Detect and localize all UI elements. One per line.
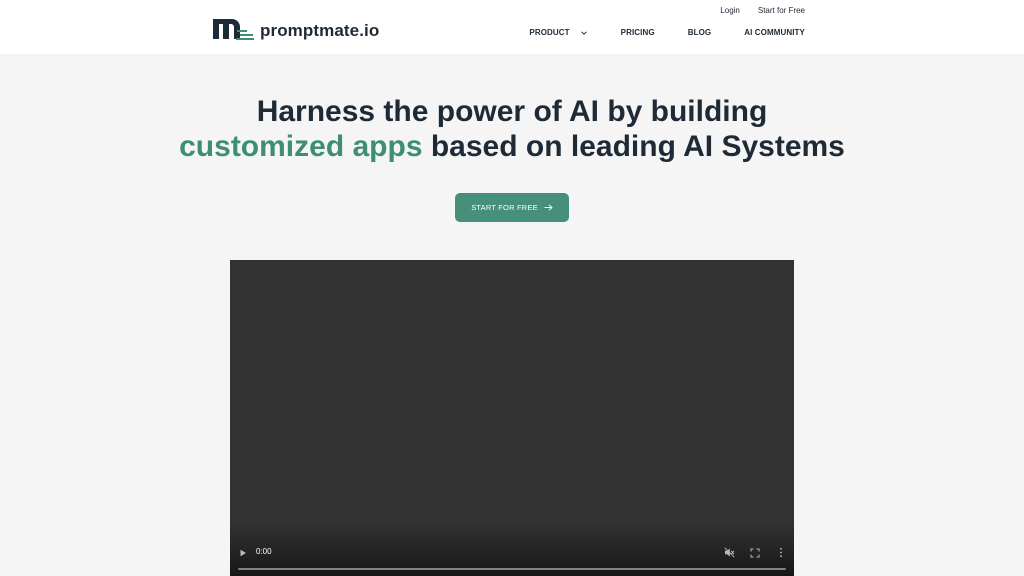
hero-title: Harness the power of AI by building cust… [0,94,1024,164]
mute-icon[interactable] [724,547,735,558]
play-icon[interactable] [239,549,247,557]
video-player[interactable]: 0:00 [230,260,794,576]
hero-accent: customized apps [179,130,423,163]
nav-product-label: PRODUCT [529,28,570,37]
nav-pricing[interactable]: PRICING [621,28,655,37]
brand-logo[interactable]: promptmate.io [212,17,379,41]
start-free-link[interactable]: Start for Free [758,6,805,15]
site-header: promptmate.io Login Start for Free PRODU… [0,0,1024,54]
chevron-down-icon [580,30,587,35]
hero-line-1: Harness the power of AI by building [256,95,768,128]
fullscreen-icon[interactable] [750,548,760,558]
brand-name: promptmate.io [260,21,380,40]
top-links: Login Start for Free [720,6,805,15]
hero-line-2: based on leading AI Systems [422,130,845,163]
video-controls: 0:00 [230,520,794,576]
video-progress-bar[interactable] [238,568,786,570]
start-for-free-label: START FOR FREE [471,203,538,212]
arrow-right-icon [544,204,553,211]
start-for-free-button[interactable]: START FOR FREE [455,193,569,222]
main-nav: PRODUCT PRICING BLOG AI COMMUNITY [529,28,805,37]
login-link[interactable]: Login [720,6,740,15]
more-vertical-icon[interactable] [778,547,784,558]
logo-icon [213,19,254,40]
video-time: 0:00 [256,547,272,556]
nav-ai-community[interactable]: AI COMMUNITY [744,28,805,37]
nav-blog[interactable]: BLOG [688,28,712,37]
nav-product[interactable]: PRODUCT [529,28,587,37]
